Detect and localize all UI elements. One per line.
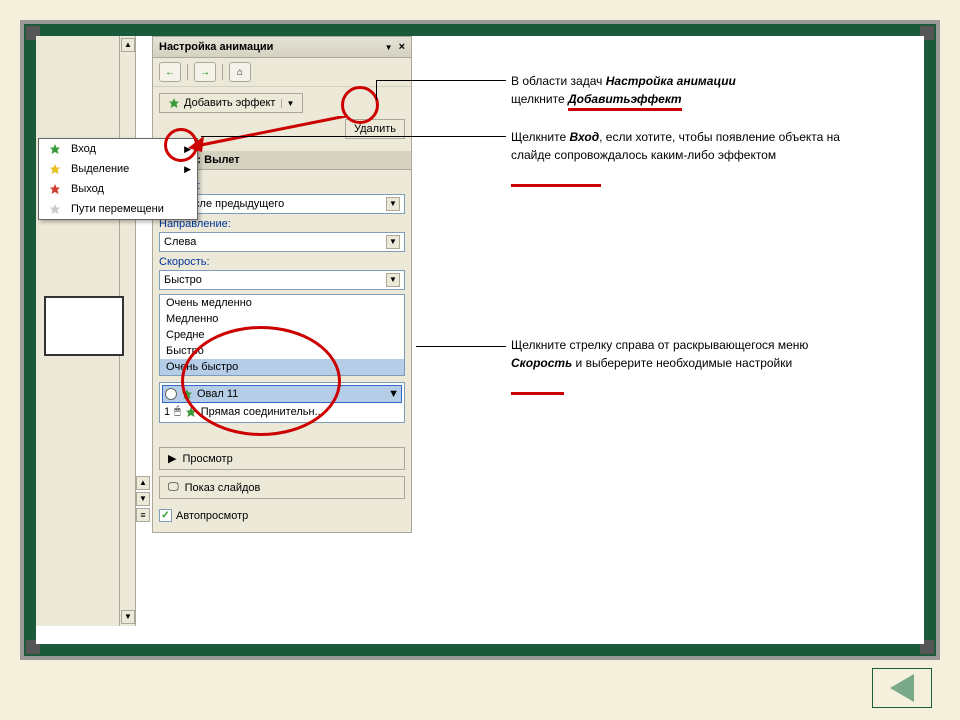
nav-next-button[interactable]: ▼ (136, 492, 150, 506)
screen-icon: 🖵 (168, 481, 179, 494)
connector (376, 80, 377, 100)
add-effect-label: Добавить эффект (184, 97, 275, 109)
anim-index: 1 (164, 406, 170, 418)
animation-item[interactable]: 1 🖱 Прямая соединительн... (162, 403, 402, 420)
menu-label: Выделение (71, 163, 129, 175)
nav-menu-button[interactable]: ≡ (136, 508, 150, 522)
chevron-right-icon: ▶ (184, 144, 191, 155)
speed-option[interactable]: Медленно (160, 311, 404, 327)
taskpane-nav: ← → ⌂ (153, 58, 411, 87)
nav-forward-icon[interactable]: → (194, 62, 216, 82)
star-icon (49, 143, 61, 155)
speed-options-list[interactable]: Очень медленно Медленно Средне Быстро Оч… (159, 294, 405, 376)
speed-option[interactable]: Быстро (160, 343, 404, 359)
taskpane-header: Настройка анимации ▼ × (153, 37, 411, 58)
reorder-buttons: ▲ ▼ ≡ (136, 476, 152, 522)
star-icon (168, 97, 180, 109)
menu-label: Пути перемещени (71, 203, 164, 215)
speed-value: Быстро (164, 274, 202, 286)
mouse-icon: 🖱 (174, 405, 181, 418)
nav-back-icon[interactable]: ← (159, 62, 181, 82)
connector (201, 136, 506, 137)
animation-list: Овал 11 ▼ 1 🖱 Прямая соединительн... (159, 382, 405, 423)
nav-prev-button[interactable]: ▲ (136, 476, 150, 490)
home-icon[interactable]: ⌂ (229, 62, 251, 82)
taskpane-title: Настройка анимации (159, 41, 385, 53)
anim-item-label: Прямая соединительн... (201, 406, 324, 418)
annotation-3: Щелкните стрелку справа от раскрывающего… (511, 336, 841, 395)
anim-item-label: Овал 11 (197, 388, 238, 400)
speed-label: Скорость: (159, 256, 405, 268)
scroll-up-button[interactable]: ▲ (121, 38, 135, 52)
slide-panel: ▲ ▼ (36, 36, 136, 626)
preview-button[interactable]: ▶ Просмотр (159, 447, 405, 470)
preview-label: Просмотр (182, 453, 232, 465)
menu-label: Вход (71, 143, 96, 155)
speed-option[interactable]: Очень медленно (160, 295, 404, 311)
star-icon (185, 406, 197, 418)
menu-item-motion[interactable]: Пути перемещени (39, 199, 197, 219)
effect-context-menu: Вход ▶ Выделение ▶ Выход Пути перемещени (38, 138, 198, 220)
chevron-down-icon[interactable]: ▼ (386, 197, 400, 211)
prev-slide-nav[interactable] (872, 668, 932, 708)
star-icon (181, 388, 193, 400)
slideshow-button[interactable]: 🖵 Показ слайдов (159, 476, 405, 499)
menu-label: Выход (71, 183, 104, 195)
triangle-left-icon (890, 674, 914, 702)
chevron-down-icon[interactable]: ▼ (388, 388, 399, 400)
speed-option[interactable]: Очень быстро (160, 359, 404, 375)
scroll-down-button[interactable]: ▼ (121, 610, 135, 624)
remove-label: Удалить (354, 123, 396, 135)
speed-combo[interactable]: Быстро ▼ (159, 270, 405, 290)
chevron-down-icon[interactable]: ▼ (386, 235, 400, 249)
clock-icon (165, 388, 177, 400)
animation-taskpane: Настройка анимации ▼ × ← → ⌂ Добавить э (152, 36, 412, 533)
checkbox-icon[interactable]: ✓ (159, 509, 172, 522)
direction-value: Слева (164, 236, 196, 248)
chevron-down-icon[interactable]: ▼ (386, 273, 400, 287)
connector (416, 346, 506, 347)
slideshow-label: Показ слайдов (185, 482, 261, 494)
autopreview-label: Автопросмотр (176, 510, 248, 522)
star-icon (49, 203, 61, 215)
star-icon (49, 183, 61, 195)
close-icon[interactable]: × (399, 41, 405, 53)
connector (376, 80, 506, 81)
annotation-2: Щелкните Вход, если хотите, чтобы появле… (511, 128, 841, 187)
taskpane-menu-arrow[interactable]: ▼ (385, 43, 393, 52)
menu-item-exit[interactable]: Выход (39, 179, 197, 199)
chevron-down-icon[interactable]: ▼ (281, 99, 294, 108)
slide-thumbnail[interactable] (44, 296, 124, 356)
menu-item-entrance[interactable]: Вход ▶ (39, 139, 197, 159)
star-icon (49, 163, 61, 175)
direction-combo[interactable]: Слева ▼ (159, 232, 405, 252)
play-icon: ▶ (168, 452, 176, 465)
chevron-right-icon: ▶ (184, 164, 191, 175)
animation-item[interactable]: Овал 11 ▼ (162, 385, 402, 403)
autopreview-row[interactable]: ✓ Автопросмотр (159, 505, 405, 526)
menu-item-emphasis[interactable]: Выделение ▶ (39, 159, 197, 179)
annotation-1: В области задач Настройка анимации щелкн… (511, 72, 736, 111)
speed-option[interactable]: Средне (160, 327, 404, 343)
add-effect-button[interactable]: Добавить эффект ▼ (159, 93, 303, 113)
